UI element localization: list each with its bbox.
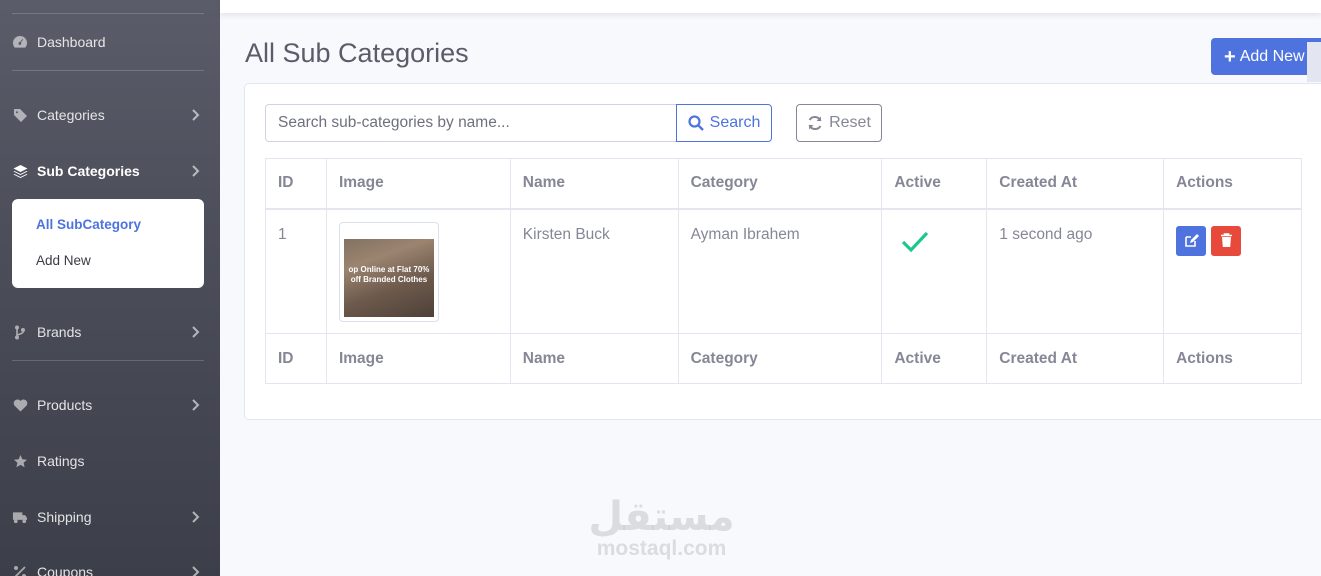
cell-actions (1163, 208, 1302, 334)
plus-icon: + (1224, 45, 1236, 68)
tag-icon (12, 107, 28, 123)
subcategories-submenu: All SubCategory Add New (12, 199, 204, 288)
sidebar-item-coupons[interactable]: Coupons (0, 558, 220, 576)
reset-button[interactable]: Reset (796, 104, 882, 142)
thumbnail-image: op Online at Flat 70% off Branded Clothe… (343, 226, 434, 317)
check-icon (902, 231, 929, 252)
sidebar-divider (12, 13, 204, 14)
subcategory-thumbnail[interactable]: op Online at Flat 70% off Branded Clothe… (338, 221, 439, 322)
column-footer-created-at: Created At (986, 333, 1165, 384)
edit-icon (1184, 234, 1199, 247)
truck-icon (12, 509, 28, 525)
search-button-label: Search (709, 114, 761, 131)
table-header-row: ID Image Name Category Active Created At… (265, 158, 1302, 210)
sidebar-item-dashboard[interactable]: Dashboard (0, 28, 220, 56)
column-footer-name: Name (509, 333, 679, 384)
chevron-right-icon (192, 511, 200, 523)
column-header-image[interactable]: Image (325, 158, 511, 210)
tachometer-icon (12, 34, 28, 50)
column-footer-id: ID (265, 333, 327, 384)
column-header-name[interactable]: Name (509, 158, 679, 210)
table-row: 1 op Online at Flat 70% off Branded Clot… (265, 208, 1302, 334)
chevron-right-icon (192, 326, 200, 338)
submenu-all-subcategory[interactable]: All SubCategory (12, 209, 204, 245)
code-branch-icon (12, 324, 28, 340)
column-header-created-at[interactable]: Created At (986, 158, 1165, 210)
sidebar-item-products[interactable]: Products (0, 391, 220, 419)
heart-icon (12, 397, 28, 413)
thumbnail-text: op Online at Flat 70% off Branded Clothe… (348, 264, 430, 284)
column-header-active[interactable]: Active (881, 158, 988, 210)
sidebar-item-sub-categories[interactable]: Sub Categories (0, 157, 220, 185)
collapse-toggle[interactable] (1307, 42, 1321, 82)
sidebar-item-brands[interactable]: Brands (0, 318, 220, 346)
column-header-id[interactable]: ID (265, 158, 327, 210)
cell-active (881, 208, 988, 334)
sidebar-item-label: Ratings (37, 453, 85, 469)
cell-created-at: 1 second ago (986, 208, 1165, 334)
search-icon (688, 115, 704, 131)
cell-name: Kirsten Buck (509, 208, 679, 334)
chevron-right-icon (192, 399, 200, 411)
thumbnail-header (343, 226, 434, 239)
chevron-right-icon (192, 165, 200, 177)
sidebar-item-shipping[interactable]: Shipping (0, 503, 220, 531)
chevron-right-icon (192, 109, 200, 121)
watermark-arabic: مستقل (588, 495, 735, 539)
layers-icon (12, 163, 28, 179)
chevron-right-icon (192, 566, 200, 576)
star-icon (12, 453, 28, 469)
sidebar-divider (12, 360, 204, 361)
submenu-add-new[interactable]: Add New (12, 245, 204, 281)
sidebar: Dashboard Categories Sub Categories All … (0, 0, 220, 576)
sidebar-item-label: Dashboard (37, 34, 106, 50)
search-input[interactable] (265, 104, 677, 142)
sidebar-item-ratings[interactable]: Ratings (0, 447, 220, 475)
sidebar-divider (12, 70, 204, 71)
delete-button[interactable] (1211, 225, 1242, 256)
subcategories-table: ID Image Name Category Active Created At… (265, 158, 1302, 384)
watermark-latin: mostaql.com (596, 537, 727, 560)
cell-image: op Online at Flat 70% off Branded Clothe… (325, 208, 511, 334)
column-header-actions: Actions (1163, 158, 1302, 210)
trash-icon (1220, 233, 1232, 247)
topbar (220, 0, 1321, 13)
sidebar-item-categories[interactable]: Categories (0, 101, 220, 129)
column-footer-active: Active (881, 333, 988, 384)
table-footer-row: ID Image Name Category Active Created At… (265, 333, 1302, 384)
add-new-button[interactable]: + Add New (1211, 38, 1321, 75)
page-title: All Sub Categories (245, 38, 469, 68)
cell-category: Ayman Ibrahem (677, 208, 883, 334)
column-footer-image: Image (325, 333, 511, 384)
column-header-category[interactable]: Category (677, 158, 883, 210)
edit-button[interactable] (1176, 225, 1207, 256)
reset-button-label: Reset (829, 114, 871, 131)
watermark: مستقل mostaql.com (584, 497, 739, 561)
percent-icon (12, 564, 28, 576)
column-footer-category: Category (677, 333, 883, 384)
search-button[interactable]: Search (676, 104, 772, 142)
add-new-label: Add New (1239, 47, 1305, 65)
column-footer-actions: Actions (1163, 333, 1302, 384)
cell-id: 1 (265, 208, 327, 334)
refresh-icon (808, 115, 822, 131)
